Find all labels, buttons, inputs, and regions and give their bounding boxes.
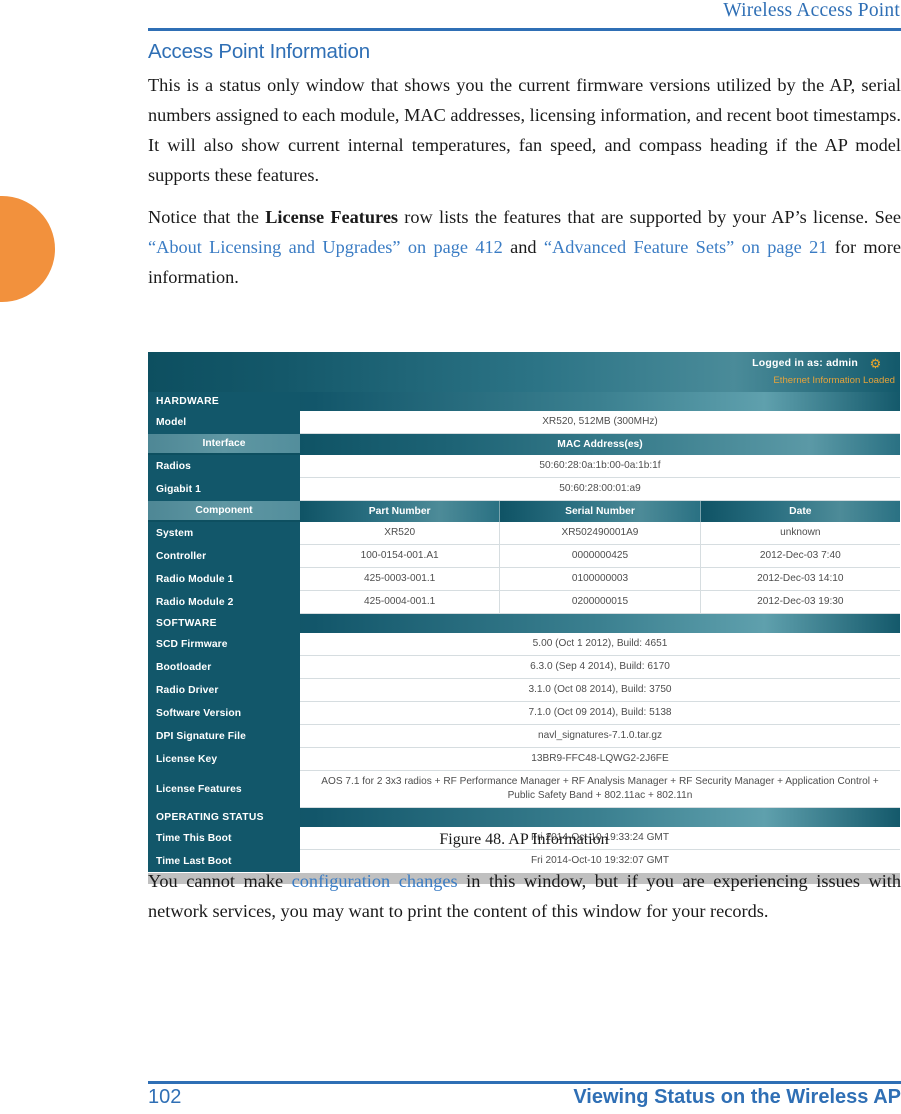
- row-label-radio-driver: Radio Driver: [148, 679, 300, 702]
- row-label-radios: Radios: [148, 455, 300, 478]
- page-number: 102: [148, 1086, 182, 1108]
- row-label-scd-firmware: SCD Firmware: [148, 633, 300, 656]
- table-row: Bootloader 6.3.0 (Sep 4 2014), Build: 61…: [148, 656, 900, 679]
- table-row: SCD Firmware 5.00 (Oct 1 2012), Build: 4…: [148, 633, 900, 656]
- footer-section-title: Viewing Status on the Wireless AP: [573, 1086, 901, 1108]
- row-label-software-version: Software Version: [148, 702, 300, 725]
- window-topbar: Logged in as: admin ⚙ Ethernet Informati…: [148, 352, 900, 392]
- table-row: License Features AOS 7.1 for 2 3x3 radio…: [148, 771, 900, 808]
- row-value-controller-serial-number: 0000000425: [500, 545, 701, 568]
- row-value-radio-module-1-date: 2012-Dec-03 14:10: [700, 568, 900, 591]
- column-header-serial-number: Serial Number: [500, 501, 701, 522]
- table-row: Radios 50:60:28:0a:1b:00-0a:1b:1f: [148, 455, 900, 478]
- link-about-licensing-and-upgrades[interactable]: “About Licensing and Upgrades” on page 4…: [148, 237, 503, 257]
- row-label-license-key: License Key: [148, 748, 300, 771]
- row-label-bootloader: Bootloader: [148, 656, 300, 679]
- para2-part3: and: [502, 237, 544, 257]
- column-header-component-label: Component: [148, 501, 300, 522]
- table-row: Radio Driver 3.1.0 (Oct 08 2014), Build:…: [148, 679, 900, 702]
- ap-information-window: Logged in as: admin ⚙ Ethernet Informati…: [148, 352, 900, 884]
- table-row: License Key 13BR9-FFC48-LQWG2-2J6FE: [148, 748, 900, 771]
- table-row: Software Version 7.1.0 (Oct 09 2014), Bu…: [148, 702, 900, 725]
- column-header-date: Date: [700, 501, 900, 522]
- row-value-radios-mac: 50:60:28:0a:1b:00-0a:1b:1f: [300, 455, 900, 478]
- link-advanced-feature-sets[interactable]: “Advanced Feature Sets” on page 21: [544, 237, 827, 257]
- row-value-controller-part-number: 100-0154-001.A1: [300, 545, 501, 568]
- section-banner-hardware-label: HARDWARE: [148, 392, 300, 411]
- paragraph-license-note: Notice that the License Features row lis…: [148, 202, 901, 292]
- section-banner-software-label: SOFTWARE: [148, 614, 300, 633]
- row-value-radio-module-2-serial-number: 0200000015: [500, 591, 701, 614]
- row-value-software-version: 7.1.0 (Oct 09 2014), Build: 5138: [300, 702, 900, 725]
- column-header-mac-address: MAC Address(es): [300, 434, 900, 455]
- row-label-dpi-signature-file: DPI Signature File: [148, 725, 300, 748]
- table-row: Radio Module 1 425-0003-001.1 0100000003…: [148, 568, 900, 591]
- para2-bold-license-features: License Features: [265, 207, 399, 227]
- table-row: System XR520 XR502490001A9 unknown: [148, 522, 900, 545]
- row-value-license-key: 13BR9-FFC48-LQWG2-2J6FE: [300, 748, 900, 771]
- page-title: Access Point Information: [148, 40, 370, 63]
- table-row: Radio Module 2 425-0004-001.1 0200000015…: [148, 591, 900, 614]
- row-label-radio-module-2: Radio Module 2: [148, 591, 300, 614]
- gear-icon[interactable]: ⚙: [869, 357, 882, 370]
- table-row: DPI Signature File navl_signatures-7.1.0…: [148, 725, 900, 748]
- page-content: Access Point Information This is a statu…: [148, 40, 901, 304]
- table-row: Gigabit 1 50:60:28:00:01:a9: [148, 478, 900, 501]
- column-header-component: Component Part Number Serial Number Date: [148, 501, 900, 522]
- status-message: Ethernet Information Loaded: [773, 375, 895, 386]
- para3-part1: You cannot make: [148, 871, 292, 891]
- row-value-system-serial-number: XR502490001A9: [500, 522, 701, 545]
- paragraph-closing: You cannot make configuration changes in…: [148, 866, 901, 926]
- section-banner-hardware: HARDWARE: [148, 392, 900, 411]
- logged-in-label: Logged in as: admin: [752, 357, 858, 369]
- para2-part2: row lists the features that are supporte…: [398, 207, 901, 227]
- section-banner-software: SOFTWARE: [148, 614, 900, 633]
- header-rule: [148, 28, 901, 31]
- row-value-radio-module-2-part-number: 425-0004-001.1: [300, 591, 501, 614]
- footer-rule: [148, 1081, 901, 1084]
- row-value-system-date: unknown: [700, 522, 900, 545]
- chapter-tab-marker: [0, 196, 55, 302]
- column-header-interface-label: Interface: [148, 434, 300, 455]
- row-label-gigabit1: Gigabit 1: [148, 478, 300, 501]
- row-label-controller: Controller: [148, 545, 300, 568]
- row-value-license-features: AOS 7.1 for 2 3x3 radios + RF Performanc…: [300, 771, 900, 808]
- row-value-radio-module-2-date: 2012-Dec-03 19:30: [700, 591, 900, 614]
- row-value-gigabit1-mac: 50:60:28:00:01:a9: [300, 478, 900, 501]
- row-label-radio-module-1: Radio Module 1: [148, 568, 300, 591]
- row-value-dpi-signature-file: navl_signatures-7.1.0.tar.gz: [300, 725, 900, 748]
- row-value-radio-module-1-part-number: 425-0003-001.1: [300, 568, 501, 591]
- table-row: Controller 100-0154-001.A1 0000000425 20…: [148, 545, 900, 568]
- row-label-system: System: [148, 522, 300, 545]
- row-value-radio-driver: 3.1.0 (Oct 08 2014), Build: 3750: [300, 679, 900, 702]
- section-banner-operating-status: OPERATING STATUS: [148, 808, 900, 827]
- row-label-license-features: License Features: [148, 771, 300, 808]
- row-value-controller-date: 2012-Dec-03 7:40: [700, 545, 900, 568]
- column-header-part-number: Part Number: [300, 501, 501, 522]
- para2-part1: Notice that the: [148, 207, 266, 227]
- figure-ap-information: Logged in as: admin ⚙ Ethernet Informati…: [148, 352, 900, 884]
- row-value-scd-firmware: 5.00 (Oct 1 2012), Build: 4651: [300, 633, 900, 656]
- table-row: Model XR520, 512MB (300MHz): [148, 411, 900, 434]
- link-configuration-changes[interactable]: configuration changes: [292, 871, 458, 891]
- row-label-model: Model: [148, 411, 300, 434]
- page-footer: 102 Viewing Status on the Wireless AP: [148, 1086, 901, 1114]
- row-value-radio-module-1-serial-number: 0100000003: [500, 568, 701, 591]
- row-value-model: XR520, 512MB (300MHz): [300, 411, 900, 434]
- paragraph-intro: This is a status only window that shows …: [148, 75, 901, 185]
- running-header-title: Wireless Access Point: [723, 0, 900, 21]
- figure-caption: Figure 48. AP Information: [439, 831, 609, 848]
- row-value-system-part-number: XR520: [300, 522, 501, 545]
- column-header-interface: Interface MAC Address(es): [148, 434, 900, 455]
- row-value-bootloader: 6.3.0 (Sep 4 2014), Build: 6170: [300, 656, 900, 679]
- section-banner-operating-status-label: OPERATING STATUS: [148, 808, 300, 827]
- closing-section: You cannot make configuration changes in…: [148, 866, 901, 926]
